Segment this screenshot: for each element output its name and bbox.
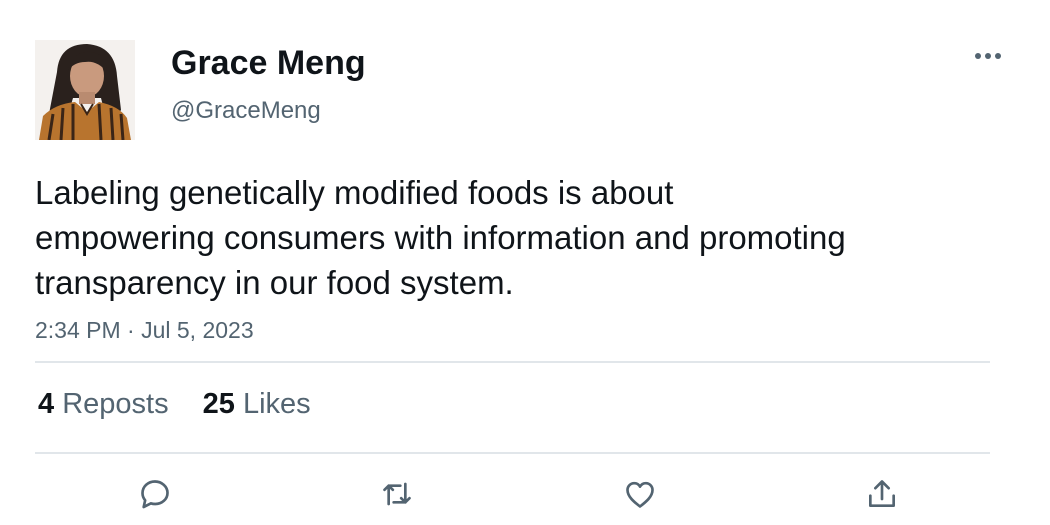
divider bbox=[35, 361, 990, 363]
avatar[interactable] bbox=[35, 40, 135, 140]
avatar-photo bbox=[35, 40, 135, 140]
likes-stat[interactable]: 25 Likes bbox=[203, 388, 311, 420]
likes-label: Likes bbox=[242, 388, 311, 420]
reposts-label: Reposts bbox=[62, 388, 169, 420]
reposts-count: 4 bbox=[38, 388, 55, 420]
engagement-stats: 4 Reposts 25 Likes bbox=[38, 387, 337, 421]
more-options-icon[interactable] bbox=[970, 44, 1006, 68]
tweet-card: Grace Meng @GraceMeng Labeling genetical… bbox=[0, 0, 1050, 525]
reply-icon[interactable] bbox=[135, 474, 175, 514]
repost-icon[interactable] bbox=[377, 474, 417, 514]
like-icon[interactable] bbox=[620, 474, 660, 514]
tweet-text-line: transparency in our food system. bbox=[35, 264, 514, 301]
timestamp[interactable]: 2:34 PM · Jul 5, 2023 bbox=[35, 315, 254, 345]
share-icon[interactable] bbox=[862, 474, 902, 514]
reposts-stat[interactable]: 4 Reposts bbox=[38, 388, 169, 420]
tweet-text: Labeling genetically modified foods is a… bbox=[35, 170, 955, 305]
display-name[interactable]: Grace Meng bbox=[171, 43, 366, 83]
likes-count: 25 bbox=[202, 388, 235, 420]
tweet-text-line: Labeling genetically modified foods is a… bbox=[35, 174, 674, 211]
divider bbox=[35, 452, 990, 454]
handle[interactable]: @GraceMeng bbox=[171, 96, 321, 126]
tweet-text-line: empowering consumers with information an… bbox=[35, 219, 846, 256]
